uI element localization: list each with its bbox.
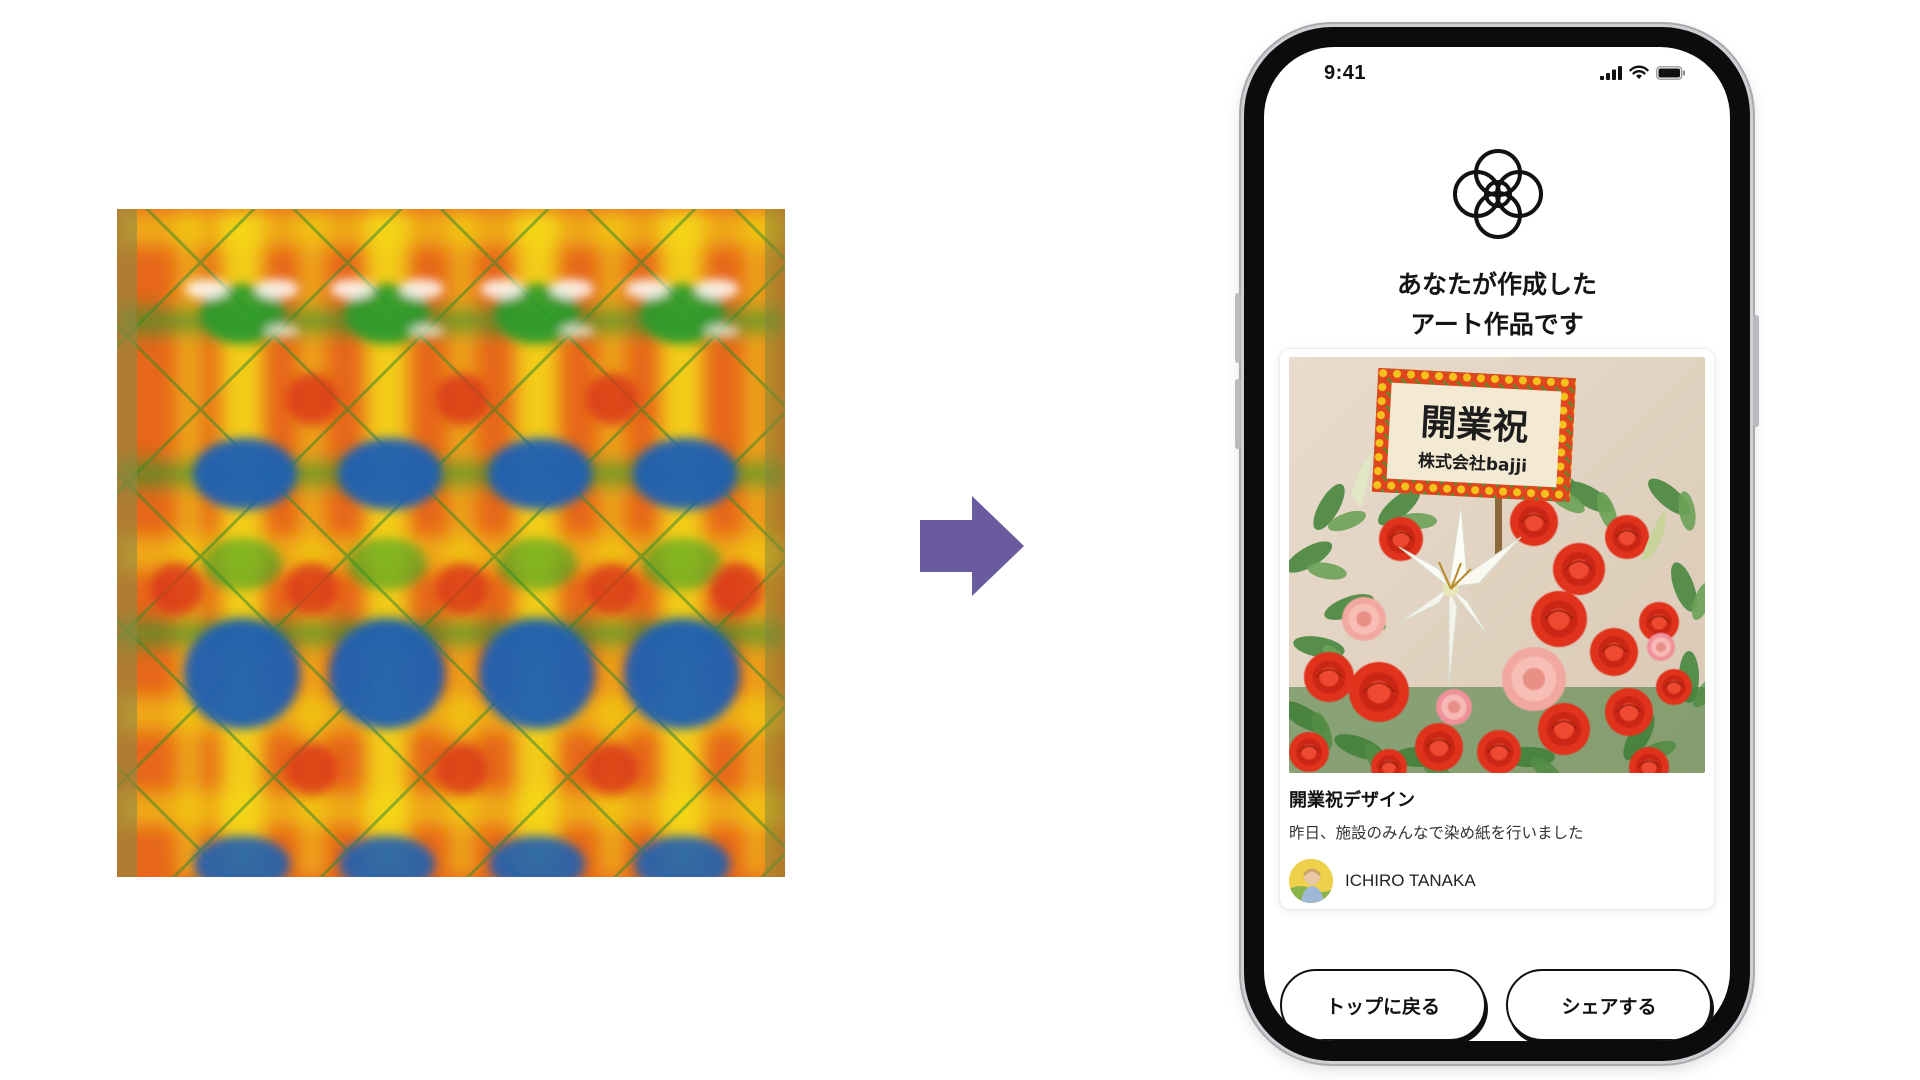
artwork-card[interactable]: 開業祝 株式会社bajji 開業祝デザイン 昨日、施設のみんなで染め紙を行いまし… [1280, 349, 1714, 909]
flower-circles-logo-icon [1443, 139, 1553, 249]
status-icons [1600, 65, 1686, 80]
phone-mockup: 9:41 あなたが作成した アート作品です 開業祝 株式会社bajji 開業祝デ… [1235, 27, 1759, 1061]
status-bar: 9:41 [1264, 47, 1730, 97]
page-headline: あなたが作成した アート作品です [1264, 265, 1730, 345]
dyed-paper-image [117, 209, 785, 877]
author-name: ICHIRO TANAKA [1345, 871, 1476, 890]
share-button[interactable]: シェアする [1506, 969, 1712, 1041]
battery-icon [1656, 65, 1686, 80]
phone-screen: 9:41 あなたが作成した アート作品です 開業祝 株式会社bajji 開業祝デ… [1264, 47, 1730, 1041]
artwork-description: 昨日、施設のみんなで染め紙を行いました [1289, 824, 1584, 842]
volume-down-button [1235, 379, 1241, 449]
headline-line-2: アート作品です [1410, 310, 1584, 339]
generated-artwork-image: 開業祝 株式会社bajji [1289, 357, 1705, 773]
volume-up-button [1235, 293, 1241, 363]
avatar [1289, 859, 1333, 903]
dyed-paper-artwork [117, 209, 785, 877]
author-info[interactable]: ICHIRO TANAKA [1289, 859, 1476, 903]
arrow-right-icon [920, 496, 1024, 596]
wifi-icon [1629, 65, 1649, 80]
celebration-sign: 開業祝 株式会社bajji [1371, 367, 1577, 503]
back-to-top-button[interactable]: トップに戻る [1280, 969, 1486, 1041]
sign-title-text: 開業祝 [1419, 401, 1529, 449]
cellular-signal-icon [1600, 65, 1622, 80]
artwork-title: 開業祝デザイン [1289, 790, 1415, 811]
power-button [1753, 315, 1759, 427]
headline-line-1: あなたが作成した [1396, 270, 1597, 299]
status-time: 9:41 [1324, 62, 1367, 84]
